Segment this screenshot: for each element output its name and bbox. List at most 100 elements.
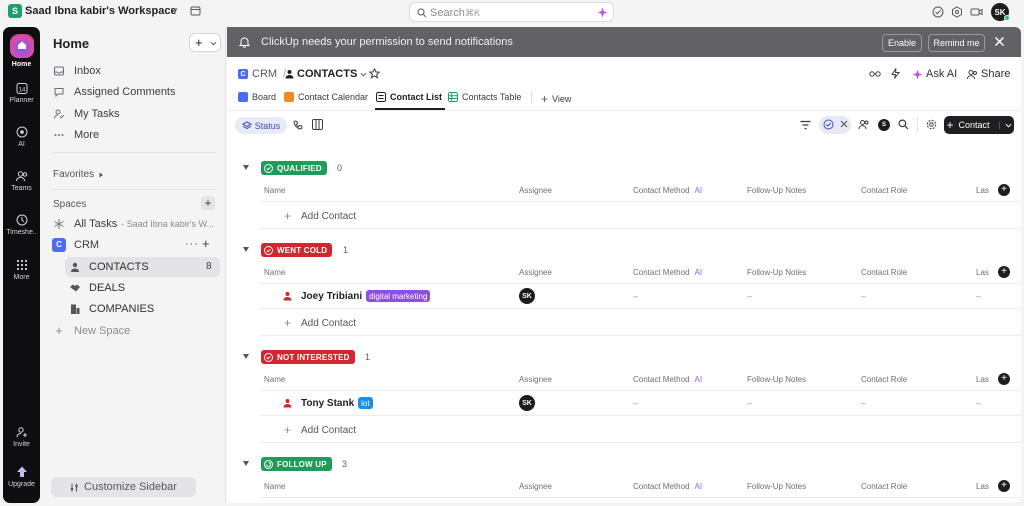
assignee-avatar[interactable]: SK	[519, 395, 535, 411]
add-space-button[interactable]: +	[201, 196, 215, 210]
remind-me-button[interactable]: Remind me	[928, 34, 985, 52]
rail-ai[interactable]: AI	[3, 125, 40, 148]
add-contact-row[interactable]: + Add Contact	[284, 209, 356, 223]
customize-sidebar-button[interactable]: Customize Sidebar	[51, 477, 196, 497]
breadcrumb-list[interactable]: CONTACTS	[285, 68, 367, 80]
contact-tag[interactable]: iot	[358, 397, 373, 409]
contact-role-value[interactable]: –	[861, 291, 866, 301]
search-icon[interactable]	[898, 119, 909, 130]
enable-notifications-button[interactable]: Enable	[882, 34, 922, 52]
sidebar-item-all-tasks[interactable]: All Tasks - Saad Ibna kabir's W...	[52, 214, 220, 233]
rail-planner[interactable]: 14 Planner	[3, 81, 40, 104]
column-name[interactable]: Name	[264, 186, 285, 195]
chevron-down-icon[interactable]	[998, 121, 1012, 129]
video-icon[interactable]	[970, 6, 983, 18]
column-last[interactable]: Las	[976, 186, 989, 195]
add-column-button[interactable]: +	[998, 266, 1010, 278]
column-contact-role[interactable]: Contact Role	[861, 186, 907, 195]
sidebar-item-assigned-comments[interactable]: Assigned Comments	[52, 82, 220, 101]
sidebar-item-more[interactable]: More	[52, 125, 220, 144]
column-follow-up-notes[interactable]: Follow-Up Notes	[747, 482, 806, 491]
tab-contact-calendar[interactable]: Contact Calendar	[284, 92, 368, 102]
rail-timesheets[interactable]: Timeshe..	[3, 213, 40, 236]
sidebar-list-companies[interactable]: COMPANIES	[65, 299, 220, 319]
status-pill-qualified[interactable]: QUALIFIED	[261, 161, 327, 175]
contact-tag[interactable]: digital marketing	[366, 290, 431, 302]
settings-gear-icon[interactable]	[926, 119, 937, 130]
tab-board[interactable]: Board	[238, 92, 276, 102]
column-follow-up-notes[interactable]: Follow-Up Notes	[747, 186, 806, 195]
tab-contacts-table[interactable]: Contacts Table	[448, 92, 521, 102]
column-contact-method[interactable]: Contact Method AI	[633, 268, 702, 277]
add-column-button[interactable]: +	[998, 480, 1010, 492]
column-follow-up-notes[interactable]: Follow-Up Notes	[747, 268, 806, 277]
filter-icon[interactable]	[800, 120, 811, 130]
search-input[interactable]: Search ⌘K	[409, 2, 614, 22]
column-assignee[interactable]: Assignee	[519, 186, 552, 195]
rail-invite[interactable]: Invite	[3, 425, 40, 448]
column-contact-method[interactable]: Contact Method AI	[633, 375, 702, 384]
collapse-caret-icon[interactable]	[243, 247, 249, 252]
assignees-icon[interactable]	[858, 119, 870, 130]
column-name[interactable]: Name	[264, 482, 285, 491]
column-last[interactable]: Las	[976, 482, 989, 491]
star-icon[interactable]	[369, 68, 380, 79]
sidebar-list-deals[interactable]: DEALS	[65, 278, 220, 298]
new-space-button[interactable]: + New Space	[52, 321, 220, 340]
column-contact-role[interactable]: Contact Role	[861, 375, 907, 384]
workspace-name[interactable]: Saad Ibna kabir's Workspace	[25, 5, 177, 17]
contact-name[interactable]: Joey Tribiani digital marketing	[301, 290, 431, 302]
collapse-caret-icon[interactable]	[243, 165, 249, 170]
contact-method-value[interactable]: –	[633, 398, 638, 408]
contact-role-value[interactable]: –	[861, 398, 866, 408]
sidebar-list-contacts[interactable]: CONTACTS 8	[65, 257, 220, 277]
breadcrumb-space[interactable]: CRM	[252, 68, 277, 80]
last-value[interactable]: –	[976, 398, 981, 408]
contact-name[interactable]: Tony Stank iot	[301, 397, 373, 409]
glasses-icon[interactable]	[869, 69, 881, 78]
closed-filter-chip[interactable]	[819, 116, 851, 134]
add-contact-row[interactable]: + Add Contact	[284, 423, 356, 437]
tab-contact-list[interactable]: Contact List	[376, 92, 442, 102]
column-contact-method[interactable]: Contact Method AI	[633, 186, 702, 195]
create-new-button[interactable]: +	[189, 33, 221, 52]
lightning-icon[interactable]	[891, 68, 900, 79]
share-button[interactable]: Share	[967, 68, 1010, 80]
follow-up-notes-value[interactable]: –	[747, 398, 752, 408]
calendar-icon[interactable]	[190, 5, 201, 16]
rail-home[interactable]: Home	[3, 34, 40, 68]
remove-filter-icon[interactable]	[840, 120, 848, 128]
check-circle-icon[interactable]	[932, 6, 944, 18]
add-column-button[interactable]: +	[998, 184, 1010, 196]
ask-ai-button[interactable]: Ask AI	[912, 68, 957, 80]
column-name[interactable]: Name	[264, 268, 285, 277]
columns-icon[interactable]	[312, 119, 323, 130]
close-icon[interactable]	[994, 36, 1005, 47]
user-filter-avatar[interactable]: S	[878, 119, 890, 131]
ai-sparkle-icon[interactable]	[597, 7, 608, 18]
column-contact-method[interactable]: Contact Method AI	[633, 482, 702, 491]
assignee-avatar[interactable]: SK	[519, 288, 535, 304]
sidebar-item-inbox[interactable]: Inbox	[52, 61, 220, 80]
contact-method-value[interactable]: –	[633, 291, 638, 301]
add-column-button[interactable]: +	[998, 373, 1010, 385]
add-contact-row[interactable]: + Add Contact	[284, 316, 356, 330]
column-last[interactable]: Las	[976, 268, 989, 277]
add-contact-button[interactable]: + Contact	[944, 116, 1014, 134]
status-pill-not-interested[interactable]: NOT INTERESTED	[261, 350, 355, 364]
rail-more[interactable]: More	[3, 258, 40, 281]
add-view-button[interactable]: + View	[541, 92, 571, 106]
favorites-header[interactable]: Favorites	[53, 169, 104, 180]
collapse-caret-icon[interactable]	[243, 354, 249, 359]
space-options-icon[interactable]: ···	[185, 238, 199, 250]
column-assignee[interactable]: Assignee	[519, 268, 552, 277]
follow-up-notes-value[interactable]: –	[747, 291, 752, 301]
status-pill-went-cold[interactable]: WENT COLD	[261, 243, 333, 257]
column-last[interactable]: Las	[976, 375, 989, 384]
settings-badge-icon[interactable]	[951, 6, 963, 18]
collapse-caret-icon[interactable]	[243, 461, 249, 466]
workspace-chevron-icon[interactable]	[170, 6, 178, 14]
last-value[interactable]: –	[976, 291, 981, 301]
phone-icon[interactable]	[293, 120, 303, 130]
column-contact-role[interactable]: Contact Role	[861, 268, 907, 277]
